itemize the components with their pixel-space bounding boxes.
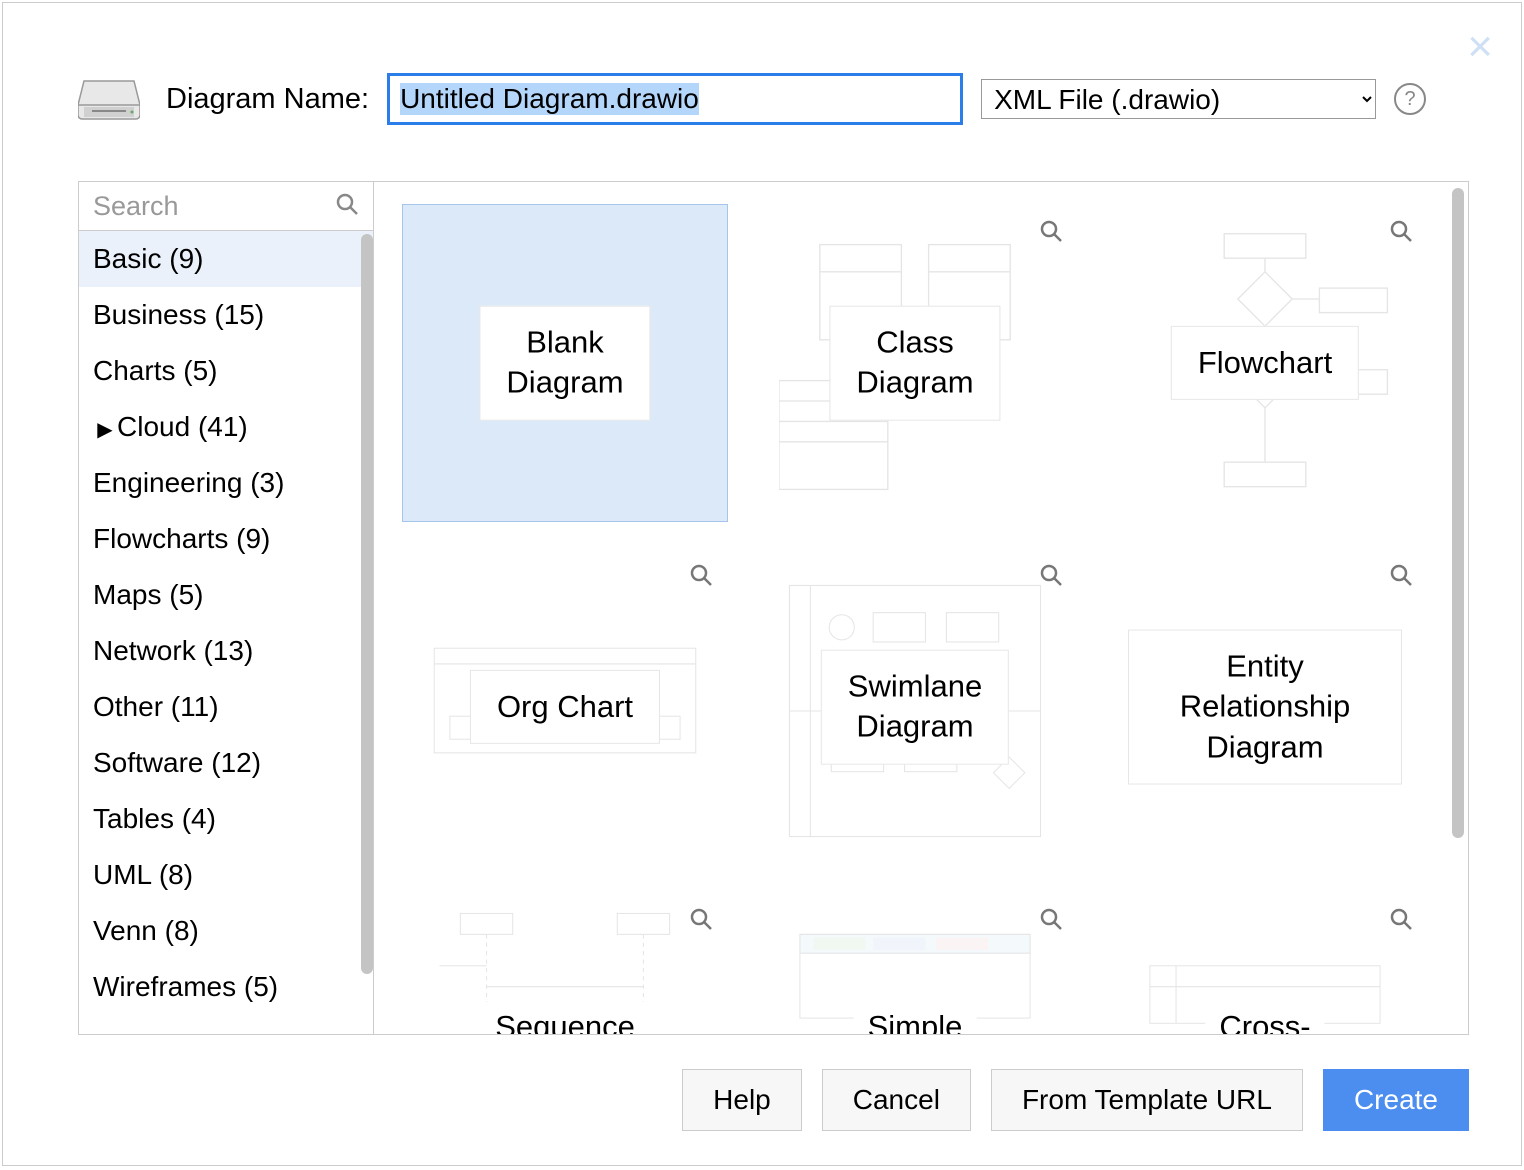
category-search-input[interactable] — [79, 182, 373, 230]
from-template-url-button[interactable]: From Template URL — [991, 1069, 1303, 1131]
magnify-icon[interactable] — [689, 907, 713, 931]
magnify-icon[interactable] — [1389, 907, 1413, 931]
help-button[interactable]: Help — [682, 1069, 802, 1131]
template-label: ClassDiagram — [829, 306, 1000, 421]
grid-scrollbar[interactable] — [1452, 188, 1464, 838]
template-org-chart[interactable]: Org Chart — [402, 548, 728, 866]
template-label: Sequence — [481, 1002, 649, 1034]
template-label: BlankDiagram — [479, 306, 650, 421]
magnify-icon[interactable] — [1039, 219, 1063, 243]
magnify-icon[interactable] — [1039, 563, 1063, 587]
template-grid-wrap: BlankDiagram ClassDiagram — [374, 182, 1468, 1034]
cancel-button[interactable]: Cancel — [822, 1069, 971, 1131]
category-sidebar: Basic (9) Business (15) Charts (5) ▶Clou… — [79, 182, 374, 1034]
template-label: Cross- — [1205, 1002, 1324, 1034]
category-item-cloud[interactable]: ▶Cloud (41) — [79, 399, 373, 455]
file-format-select[interactable]: XML File (.drawio) — [981, 79, 1376, 119]
dialog-footer: Help Cancel From Template URL Create — [682, 1069, 1469, 1131]
category-item-network[interactable]: Network (13) — [79, 623, 373, 679]
dialog-body: Basic (9) Business (15) Charts (5) ▶Clou… — [78, 181, 1469, 1035]
category-item-charts[interactable]: Charts (5) — [79, 343, 373, 399]
template-blank-diagram[interactable]: BlankDiagram — [402, 204, 728, 522]
category-item-flowcharts[interactable]: Flowcharts (9) — [79, 511, 373, 567]
magnify-icon[interactable] — [1389, 563, 1413, 587]
template-sequence[interactable]: Sequence — [402, 892, 728, 1034]
category-item-maps[interactable]: Maps (5) — [79, 567, 373, 623]
template-label: SwimlaneDiagram — [821, 650, 1009, 765]
template-label: Org Chart — [470, 670, 660, 744]
template-grid: BlankDiagram ClassDiagram — [374, 182, 1468, 1034]
category-item-software[interactable]: Software (12) — [79, 735, 373, 791]
create-button[interactable]: Create — [1323, 1069, 1469, 1131]
new-diagram-dialog: × Diagram Name: XML File (.drawio) ? — [2, 2, 1522, 1166]
category-item-venn[interactable]: Venn (8) — [79, 903, 373, 959]
close-icon[interactable]: × — [1467, 25, 1493, 69]
dialog-header: Diagram Name: XML File (.drawio) ? — [3, 3, 1521, 149]
template-label: Simple — [854, 1002, 977, 1034]
diagram-name-input[interactable] — [387, 73, 963, 125]
template-class-diagram[interactable]: ClassDiagram — [752, 204, 1078, 522]
category-item-tables[interactable]: Tables (4) — [79, 791, 373, 847]
category-list: Basic (9) Business (15) Charts (5) ▶Clou… — [79, 231, 373, 1034]
template-flowchart[interactable]: Flowchart — [1102, 204, 1428, 522]
help-icon[interactable]: ? — [1394, 83, 1426, 115]
expand-triangle-icon[interactable]: ▶ — [93, 417, 117, 442]
template-label: Flowchart — [1171, 326, 1359, 400]
template-label: Entity Relationship Diagram — [1128, 630, 1402, 785]
category-item-uml[interactable]: UML (8) — [79, 847, 373, 903]
search-icon[interactable] — [335, 192, 359, 216]
category-item-wireframes[interactable]: Wireframes (5) — [79, 959, 373, 1015]
category-item-business[interactable]: Business (15) — [79, 287, 373, 343]
template-simple[interactable]: Simple — [752, 892, 1078, 1034]
category-item-other[interactable]: Other (11) — [79, 679, 373, 735]
magnify-icon[interactable] — [689, 563, 713, 587]
disk-drive-icon — [78, 77, 140, 121]
magnify-icon[interactable] — [1389, 219, 1413, 243]
category-item-engineering[interactable]: Engineering (3) — [79, 455, 373, 511]
template-swimlane-diagram[interactable]: SwimlaneDiagram — [752, 548, 1078, 866]
diagram-name-label: Diagram Name: — [158, 83, 369, 116]
template-cross[interactable]: Cross- — [1102, 892, 1428, 1034]
template-entity-relationship[interactable]: Entity Relationship Diagram — [1102, 548, 1428, 866]
sidebar-scrollbar[interactable] — [361, 234, 373, 974]
magnify-icon[interactable] — [1039, 907, 1063, 931]
category-item-basic[interactable]: Basic (9) — [79, 231, 373, 287]
